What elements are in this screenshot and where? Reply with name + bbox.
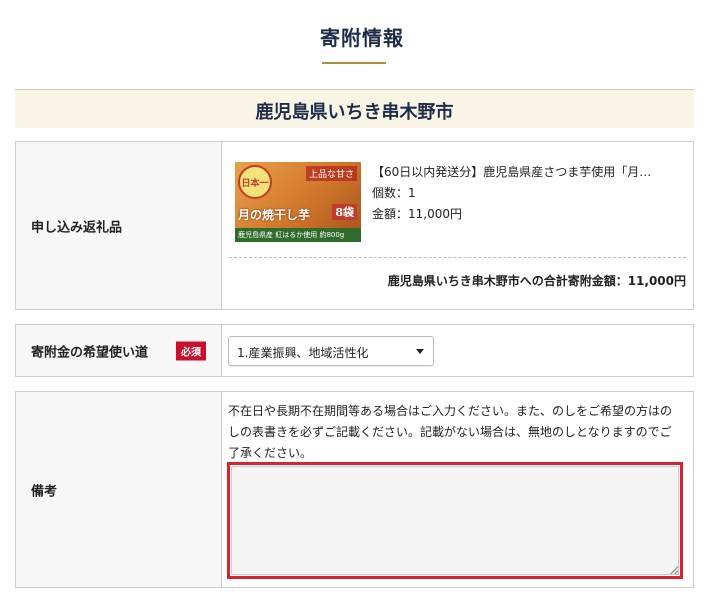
product-image-strip: 鹿児島県産 紅はるか使用 約800g — [235, 228, 361, 242]
notes-row: 備考 不在日や長期不在期間等ある場合はご入力ください。また、のしをご希望の方はの… — [15, 391, 694, 588]
product-image[interactable]: 日本一 上品な甘さ 月の焼干し芋 8袋 鹿児島県産 紅はるか使用 約800g — [235, 162, 361, 242]
product-quantity: 個数：1 — [372, 186, 416, 200]
dashed-divider — [229, 257, 686, 258]
notes-label-cell: 備考 — [16, 392, 222, 587]
notes-help-text: 不在日や長期不在期間等ある場合はご入力ください。また、のしをご希望の方はのしの表… — [228, 404, 673, 460]
total-donation-amount: 鹿児島県いちき串木野市への合計寄附金額：11,000円 — [387, 274, 686, 288]
usage-select-value: 1.産業振興、地域活性化 — [237, 346, 369, 360]
notes-content-cell: 不在日や長期不在期間等ある場合はご入力ください。また、のしをご希望の方はのしの表… — [222, 392, 693, 587]
gift-label: 申し込み返礼品 — [31, 220, 123, 235]
product-amount: 金額：11,000円 — [372, 207, 462, 221]
city-name: 鹿児島県いちき串木野市 — [255, 102, 454, 123]
notes-textarea-highlight — [227, 462, 683, 579]
required-badge: 必須 — [176, 341, 206, 360]
usage-select[interactable]: 1.産業振興、地域活性化 — [228, 336, 434, 366]
product-image-tag: 上品な甘さ — [305, 166, 357, 181]
product-image-title: 月の焼干し芋 — [238, 208, 311, 222]
usage-label: 寄附金の希望使い道 — [31, 345, 149, 360]
gift-row: 申し込み返礼品 日本一 上品な甘さ 月の焼干し芋 8袋 鹿児島県産 紅はるか使用… — [15, 141, 694, 310]
page-title: 寄附情報 — [320, 26, 404, 50]
chevron-down-icon — [416, 349, 424, 354]
title-underline — [322, 62, 386, 64]
gift-label-cell: 申し込み返礼品 — [16, 142, 222, 309]
product-image-badge: 日本一 — [238, 165, 272, 199]
notes-textarea[interactable] — [231, 466, 679, 575]
product-name[interactable]: 【60日以内発送分】鹿児島県産さつま芋使用「月… — [372, 162, 672, 183]
product-info: 【60日以内発送分】鹿児島県産さつま芋使用「月… 個数：1 金額：11,000円 — [372, 162, 692, 225]
usage-content-cell: 1.産業振興、地域活性化 — [222, 325, 693, 376]
gift-content-cell: 日本一 上品な甘さ 月の焼干し芋 8袋 鹿児島県産 紅はるか使用 約800g 【… — [222, 142, 693, 309]
resize-grip-icon[interactable] — [670, 566, 678, 574]
notes-label: 備考 — [31, 484, 58, 499]
usage-label-cell: 寄附金の希望使い道 必須 — [16, 325, 222, 376]
city-header-band: 鹿児島県いちき串木野市 — [15, 89, 694, 128]
product-image-count: 8袋 — [332, 204, 357, 220]
usage-row: 寄附金の希望使い道 必須 1.産業振興、地域活性化 — [15, 324, 694, 377]
